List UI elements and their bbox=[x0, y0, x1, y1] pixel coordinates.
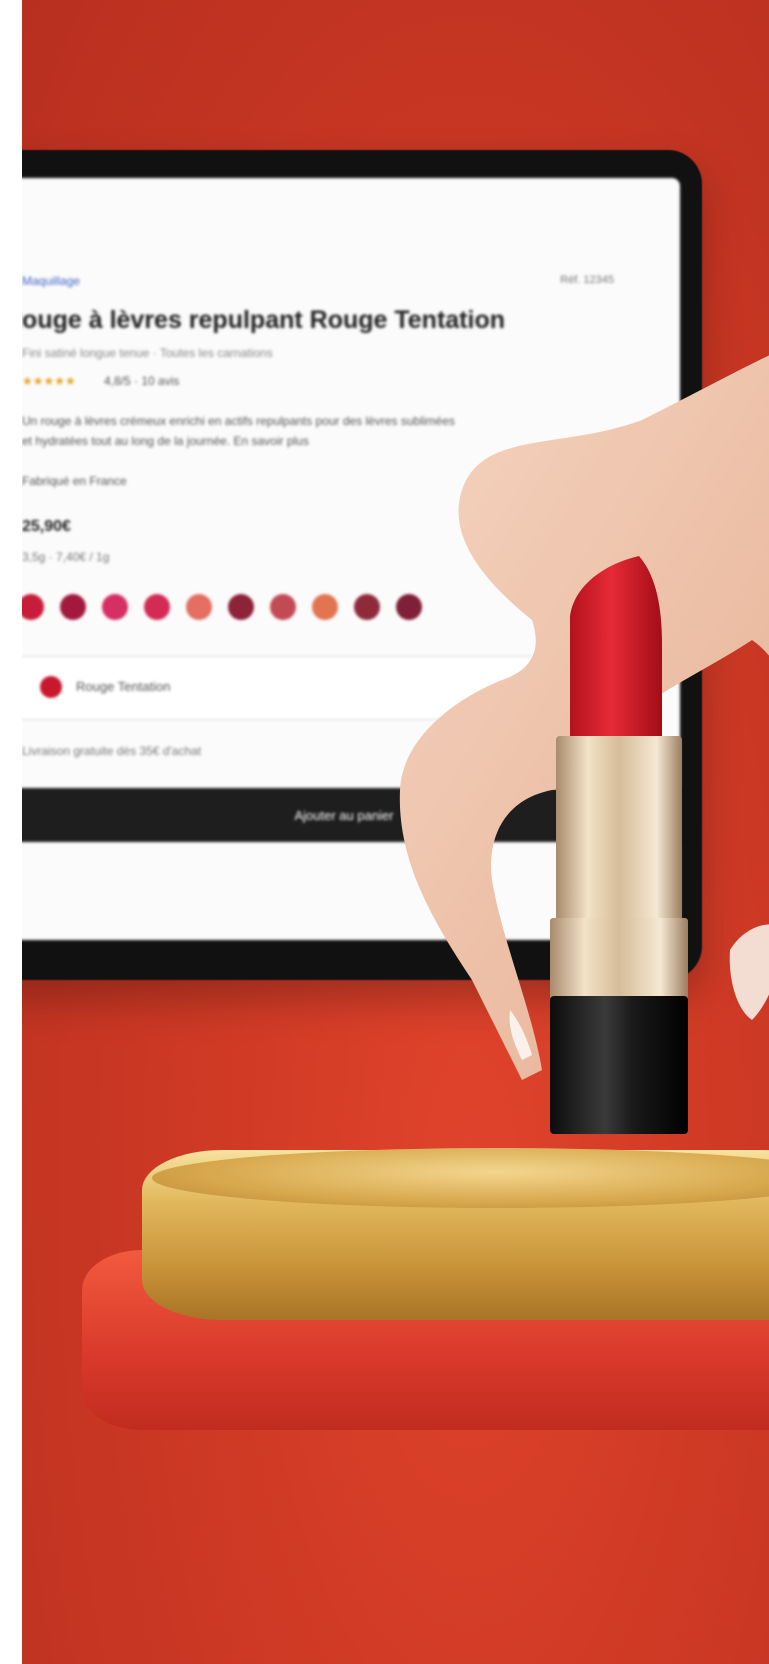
shade-swatch[interactable] bbox=[144, 594, 170, 620]
shade-swatch[interactable] bbox=[186, 594, 212, 620]
shade-swatch[interactable] bbox=[228, 594, 254, 620]
description-line-1: Un rouge à lèvres crémeux enrichi en act… bbox=[22, 414, 455, 428]
product-hero-scene: Maquillage Réf. 12345 Rouge à lèvres rep… bbox=[22, 0, 769, 1664]
left-margin-strip bbox=[0, 0, 22, 1664]
shade-swatch[interactable] bbox=[270, 594, 296, 620]
shade-swatch[interactable] bbox=[354, 594, 380, 620]
product-subtitle: Fini satiné longue tenue · Toutes les ca… bbox=[22, 346, 273, 360]
price: 25,90€ bbox=[22, 518, 71, 535]
unit-price: 3,5g · 7,40€ / 1g bbox=[22, 550, 110, 564]
shade-swatch[interactable] bbox=[312, 594, 338, 620]
shade-swatch[interactable] bbox=[60, 594, 86, 620]
description-line-2: et hydratées tout au long de la journée.… bbox=[22, 434, 309, 448]
rating-stars-icon: ★★★★★ bbox=[22, 374, 76, 388]
selected-shade-label: Rouge Tentation bbox=[76, 679, 171, 694]
product-reference: Réf. 12345 bbox=[560, 274, 614, 286]
reviews-link[interactable]: 4,8/5 · 10 avis bbox=[104, 374, 179, 388]
shade-swatch[interactable] bbox=[22, 594, 44, 620]
origin-text: Fabriqué en France bbox=[22, 474, 127, 488]
selected-shade-swatch bbox=[40, 676, 62, 698]
shade-swatch[interactable] bbox=[102, 594, 128, 620]
breadcrumb[interactable]: Maquillage bbox=[22, 274, 80, 288]
lipstick-illustration bbox=[550, 556, 688, 1134]
delivery-note: Livraison gratuite dès 35€ d'achat bbox=[22, 744, 202, 758]
